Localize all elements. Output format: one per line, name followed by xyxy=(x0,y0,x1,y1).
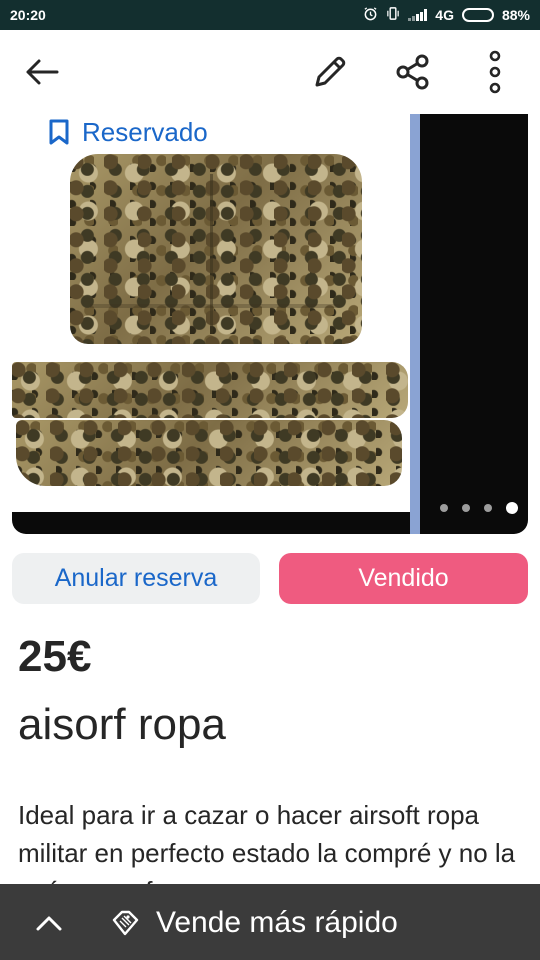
carousel-dot[interactable] xyxy=(462,504,470,512)
share-icon xyxy=(396,54,429,90)
edit-pencil-icon xyxy=(315,56,346,87)
camo-pants-image-bottom xyxy=(16,420,402,486)
reserved-label: Reservado xyxy=(82,116,208,147)
back-button[interactable] xyxy=(12,42,72,102)
more-vertical-icon xyxy=(489,50,501,94)
cancel-reservation-button[interactable]: Anular reserva xyxy=(12,553,260,604)
photo-edge xyxy=(410,114,420,534)
product-photo-carousel[interactable] xyxy=(12,114,528,534)
mark-sold-button[interactable]: Vendido xyxy=(279,553,528,604)
carousel-dot[interactable] xyxy=(506,502,518,514)
carousel-dot[interactable] xyxy=(440,504,448,512)
listing-title: aisorf ropa xyxy=(18,700,226,749)
expand-button[interactable] xyxy=(24,898,74,948)
status-icons: 4G 88% xyxy=(363,6,530,24)
alarm-icon xyxy=(363,6,378,24)
battery-icon xyxy=(461,8,494,22)
screen: 20:20 4G 88% Reservado Anular reserva Ve… xyxy=(0,0,540,960)
share-button[interactable] xyxy=(383,42,443,102)
sell-faster-button[interactable]: Vende más rápido xyxy=(110,898,398,948)
signal-icon xyxy=(408,9,428,21)
reserved-badge: Reservado xyxy=(30,110,226,154)
sell-faster-label: Vende más rápido xyxy=(156,906,398,939)
bookmark-icon xyxy=(49,119,69,145)
app-bar xyxy=(0,30,540,114)
vibrate-icon xyxy=(386,6,400,24)
carousel-dot[interactable] xyxy=(484,504,492,512)
carousel-indicators xyxy=(440,502,518,514)
listing-price: 25€ xyxy=(18,632,92,681)
camo-pants-image-top xyxy=(12,362,408,418)
tag-icon xyxy=(112,910,139,936)
network-type: 4G xyxy=(435,7,454,23)
back-arrow-icon xyxy=(26,59,59,85)
promote-bar: Vende más rápido xyxy=(0,884,540,960)
status-time: 20:20 xyxy=(10,7,46,23)
battery-percent: 88% xyxy=(501,7,530,23)
more-options-button[interactable] xyxy=(465,42,525,102)
edit-button[interactable] xyxy=(300,42,360,102)
camo-jacket-image xyxy=(70,154,362,344)
chevron-up-icon xyxy=(36,916,62,931)
status-bar: 20:20 4G 88% xyxy=(0,0,540,30)
